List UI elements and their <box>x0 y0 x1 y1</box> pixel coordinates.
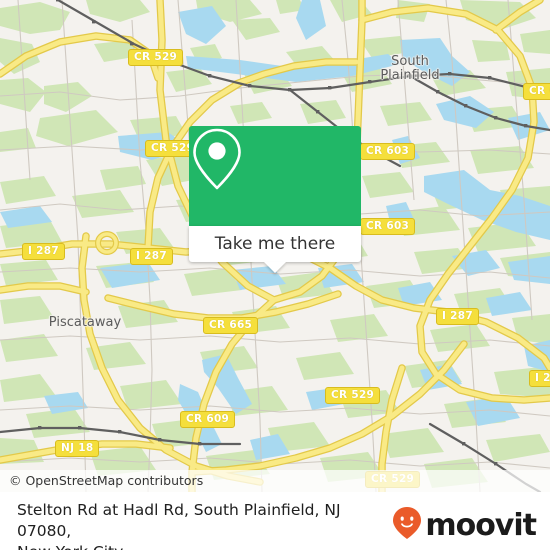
take-me-there-label: Take me there <box>214 234 336 254</box>
popup-pointer-tail <box>264 262 286 273</box>
map-canvas[interactable]: South Plainfield Piscataway CR 529 CR 52… <box>0 0 550 492</box>
address-line-2: New York City <box>17 542 397 550</box>
moovit-station-card: South Plainfield Piscataway CR 529 CR 52… <box>0 0 550 550</box>
attribution-text: © OpenStreetMap contributors <box>9 473 204 488</box>
shield-cr-609: CR 609 <box>180 411 236 428</box>
shield-cr-6: CR 6 <box>523 83 550 100</box>
shield-i-287: I 287 <box>22 243 65 260</box>
station-popup[interactable]: Take me there <box>189 126 361 273</box>
moovit-wordmark: moovit <box>425 507 537 543</box>
shield-cr-603: CR 603 <box>360 143 416 160</box>
moovit-logo[interactable]: moovit <box>392 506 537 545</box>
shield-cr-603: CR 603 <box>360 218 416 235</box>
moovit-smiley-pin-icon <box>392 506 422 545</box>
shield-nj-18: NJ 18 <box>55 440 100 457</box>
shield-cr-529: CR 529 <box>128 49 184 66</box>
shield-i-287: I 287 <box>130 248 173 265</box>
shield-i-287: I 287 <box>436 308 479 325</box>
card-footer: Stelton Rd at Hadl Rd, South Plainfield,… <box>0 492 550 550</box>
station-address: Stelton Rd at Hadl Rd, South Plainfield,… <box>17 500 397 550</box>
shield-cr-529: CR 529 <box>325 387 381 404</box>
shield-i-20: I 20 <box>529 370 550 387</box>
take-me-there-button[interactable]: Take me there <box>189 226 361 262</box>
shield-cr-665: CR 665 <box>203 317 259 334</box>
address-line-1: Stelton Rd at Hadl Rd, South Plainfield,… <box>17 501 341 540</box>
map-attribution: © OpenStreetMap contributors <box>0 470 550 492</box>
popup-header <box>189 126 361 226</box>
